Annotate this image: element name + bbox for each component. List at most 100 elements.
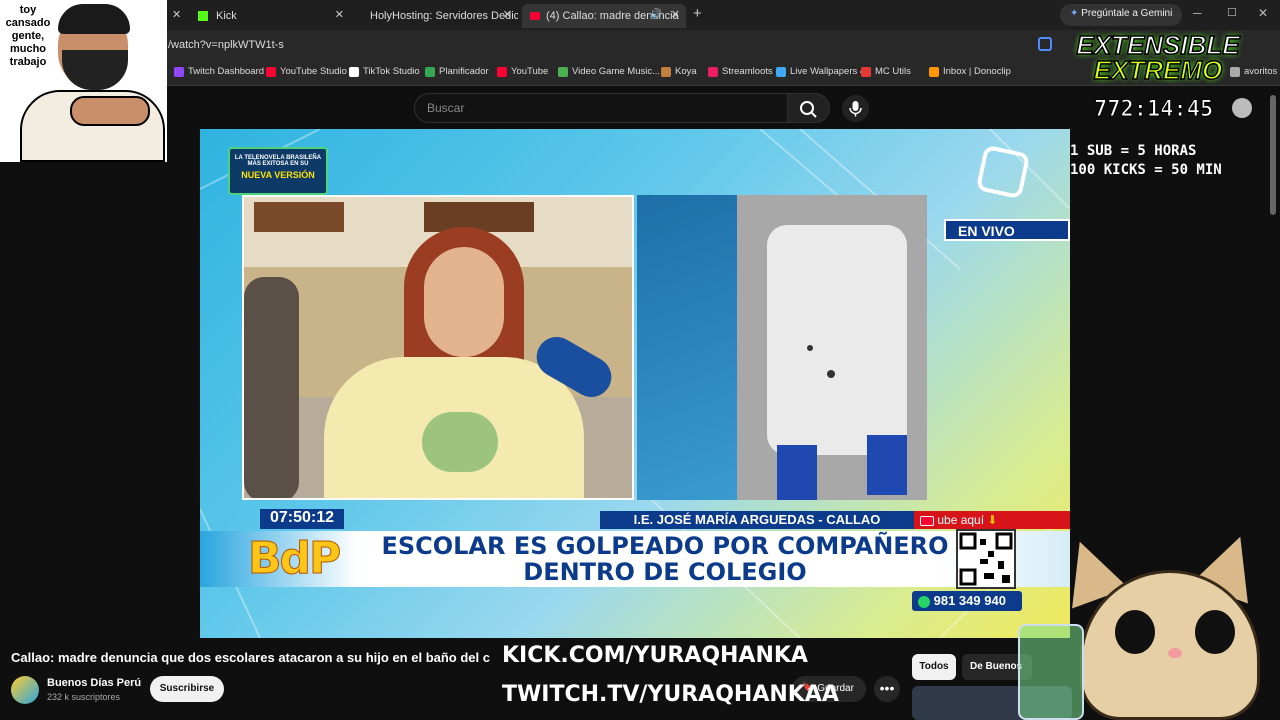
- cat-eye-left: [1115, 610, 1155, 654]
- bookmark-item[interactable]: YouTube Studio: [266, 66, 347, 77]
- youtube-icon: [920, 515, 934, 526]
- new-tab-button[interactable]: +: [693, 5, 702, 22]
- maximize-icon[interactable]: ☐: [1227, 6, 1237, 19]
- tab-youtube-active[interactable]: (4) Callao: madre denuncia 🔊 ✕: [522, 4, 686, 28]
- more-actions-icon[interactable]: •••: [874, 676, 900, 702]
- close-icon[interactable]: ✕: [335, 8, 344, 21]
- bookmark-item[interactable]: MC Utils: [861, 66, 911, 77]
- bookmark-icon: [349, 66, 359, 77]
- gemini-button[interactable]: ✦ Pregúntale a Gemini: [1060, 4, 1183, 26]
- tab-holyhosting[interactable]: HolyHosting: Servidores Dedica ✕: [356, 4, 518, 28]
- extension-icon[interactable]: [1038, 37, 1052, 51]
- kick-icon: [198, 11, 208, 21]
- rule-subs: 1 SUB = 5 HORAS: [1070, 143, 1197, 159]
- promo-badge: LA TELENOVELA BRASILEÑA MÁS EXITOSA EN S…: [228, 147, 328, 195]
- chip-all[interactable]: Todos: [912, 654, 956, 680]
- minimize-icon[interactable]: ─: [1193, 6, 1202, 20]
- headline-line-1: ESCOLAR ES GOLPEADO POR COMPAÑERO: [381, 532, 949, 560]
- bookmark-label: TikTok Studio: [363, 66, 420, 77]
- blue-panel: [637, 195, 737, 500]
- voice-search-button[interactable]: [842, 95, 869, 122]
- search-button[interactable]: [788, 93, 830, 123]
- subscriber-count: 232 k suscriptores: [47, 692, 121, 702]
- bookmark-item[interactable]: TikTok Studio: [349, 66, 420, 77]
- close-icon[interactable]: ✕: [503, 8, 512, 21]
- bookmark-label: Live Wallpapers 4K: [790, 66, 872, 77]
- subscribe-cta-text: ube aquí: [937, 513, 985, 527]
- location-banner: I.E. JOSÉ MARÍA ARGUEDAS - CALLAO: [600, 511, 914, 529]
- window-close-icon[interactable]: ✕: [1258, 6, 1268, 20]
- whatsapp-number-text: 981 349 940: [933, 593, 1006, 608]
- bookmark-icon: [558, 66, 568, 77]
- kick-url: KICK.COM/YURAQHANKA: [502, 642, 808, 668]
- channel-name[interactable]: Buenos Días Perú: [47, 677, 141, 689]
- bookmark-label: Streamloots: [722, 66, 773, 77]
- video-title: Callao: madre denuncia que dos escolares…: [11, 650, 490, 665]
- scrollbar-thumb[interactable]: [1270, 95, 1276, 215]
- bookmark-item[interactable]: Streamloots: [708, 66, 773, 77]
- bookmark-label: Video Game Music...: [572, 66, 661, 77]
- search-icon: [800, 101, 817, 118]
- speaker-icon[interactable]: 🔊: [650, 9, 662, 20]
- bookmark-label: YouTube Studio: [280, 66, 347, 77]
- video-player[interactable]: LA TELENOVELA BRASILEÑA MÁS EXITOSA EN S…: [200, 129, 1070, 638]
- rule-kicks: 100 KICKS = 50 MIN: [1070, 162, 1222, 178]
- bookmark-label: Inbox | Donoclip: [943, 66, 1011, 77]
- bookmark-icon: [661, 66, 671, 77]
- arrow-down-icon: ⬇: [987, 513, 998, 527]
- interview-image: [242, 195, 634, 500]
- bookmark-icon: [174, 66, 184, 77]
- close-icon[interactable]: ✕: [671, 8, 680, 21]
- bookmark-label: Twitch Dashboard: [188, 66, 265, 77]
- close-icon[interactable]: ✕: [172, 8, 181, 21]
- gemini-label: Pregúntale a Gemini: [1081, 8, 1173, 19]
- gemini-icon: ✦: [1070, 8, 1079, 19]
- evidence-image: [737, 195, 927, 500]
- twitch-link-overlay: TWITCH.TV/YURAQHANKAA: [494, 677, 839, 711]
- tab-label: Kick: [216, 10, 237, 22]
- bookmark-item[interactable]: Twitch Dashboard: [174, 66, 264, 77]
- search-input[interactable]: Buscar: [414, 93, 788, 123]
- bookmark-item[interactable]: YouTube: [497, 66, 548, 77]
- bookmark-icon: [708, 66, 718, 77]
- twitch-url: TWITCH.TV/YURAQHANKAA: [502, 681, 839, 707]
- live-badge: EN VIVO: [944, 219, 1070, 241]
- bookmark-item[interactable]: Koya: [661, 66, 697, 77]
- tab-kick[interactable]: Kick ✕: [190, 4, 350, 28]
- bookmark-label: Koya: [675, 66, 697, 77]
- cat-mascot: [1050, 526, 1280, 720]
- whatsapp-icon: [918, 595, 930, 608]
- avatar-hair: [58, 4, 130, 34]
- promo-line-3: NUEVA VERSIÓN: [241, 170, 315, 180]
- promo-line-2: MÁS EXITOSA EN SU: [247, 161, 309, 167]
- bookmark-icon: [776, 66, 786, 77]
- avatar-hand: [70, 96, 150, 126]
- account-avatar[interactable]: [1232, 98, 1252, 118]
- search-placeholder: Buscar: [427, 101, 465, 115]
- cat-eye-right: [1195, 610, 1235, 654]
- bookmark-icon: [497, 66, 507, 77]
- webcam-caption: toy cansado gente, mucho trabajo: [5, 4, 51, 68]
- broadcast-clock: 07:50:12: [260, 509, 344, 529]
- bookmark-label: YouTube: [511, 66, 549, 77]
- bookmark-label: Planificador: [439, 66, 489, 77]
- event-title: EXTENSIBLE EXTREMO: [1058, 29, 1258, 100]
- youtube-icon: [530, 12, 540, 20]
- panamericana-logo: [975, 144, 1031, 200]
- cat-nose: [1168, 648, 1182, 658]
- subscribe-button[interactable]: Suscribirse: [150, 676, 224, 702]
- bookmark-item[interactable]: Live Wallpapers 4K: [776, 66, 872, 77]
- bookmark-item[interactable]: Video Game Music...: [558, 66, 660, 77]
- channel-avatar[interactable]: [11, 676, 39, 704]
- address-url[interactable]: /watch?v=nplkWTW1t-s: [168, 39, 284, 51]
- headline-line-2: DENTRO DE COLEGIO: [523, 558, 807, 586]
- bookmark-label: MC Utils: [875, 66, 911, 77]
- microphone-icon: [849, 101, 862, 117]
- tab-label: HolyHosting: Servidores Dedica: [370, 10, 518, 22]
- bookmark-item[interactable]: Inbox | Donoclip: [929, 66, 1011, 77]
- bookmark-icon: [425, 66, 435, 77]
- headline: ESCOLAR ES GOLPEADO POR COMPAÑERO DENTRO…: [380, 533, 950, 585]
- bookmark-item[interactable]: Planificador: [425, 66, 489, 77]
- subathon-timer: 772:14:45: [1093, 97, 1214, 123]
- browser-tab-bar: Kick ✕ HolyHosting: Servidores Dedica ✕ …: [0, 0, 1280, 30]
